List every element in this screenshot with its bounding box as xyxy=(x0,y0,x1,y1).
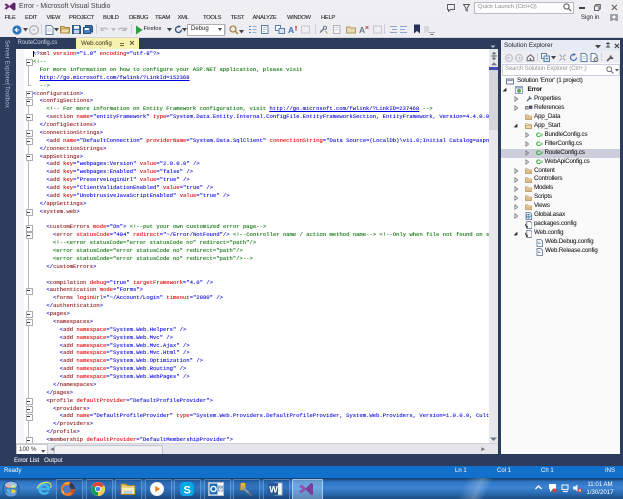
svg-text:W: W xyxy=(269,485,278,495)
svg-text:#: # xyxy=(540,132,543,138)
svg-text:A: A xyxy=(288,25,294,34)
svg-text:#: # xyxy=(540,141,543,147)
svg-text:A: A xyxy=(359,25,365,34)
svg-text:S: S xyxy=(183,485,190,497)
svg-text:#: # xyxy=(540,159,543,165)
svg-text:#: # xyxy=(540,150,543,156)
